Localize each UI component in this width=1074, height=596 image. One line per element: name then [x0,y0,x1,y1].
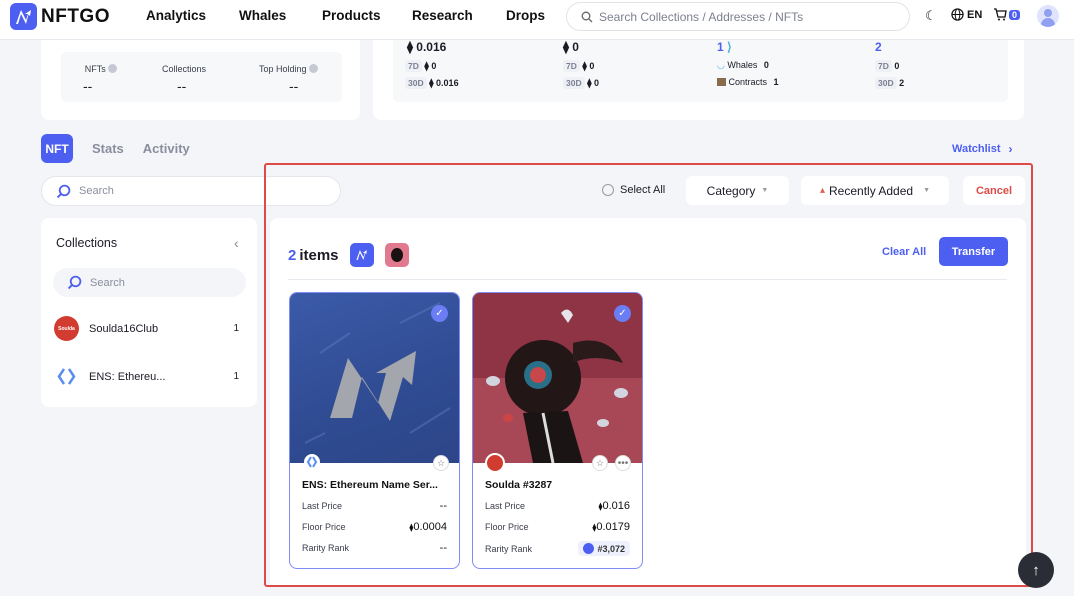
search-icon [56,184,71,198]
collection-count: 1 [233,371,239,382]
scroll-to-top-button[interactable]: ↑ [1018,552,1054,588]
nav-analytics[interactable]: Analytics [146,8,206,23]
value-main-1: ⧫ 0.016 [407,40,447,54]
value-7d-1: 7D ⧫ 0 [405,60,436,72]
share-icon: ⟩ [727,40,732,54]
nfts-label-group: NFTs [71,64,131,74]
nav-products[interactable]: Products [322,8,381,23]
selection-highlight-frame [264,163,1033,587]
collections-label: Collections [161,64,207,74]
nav-research[interactable]: Research [412,8,473,23]
value-main-3: 1 ⟩ [717,40,732,54]
globe-icon [951,8,964,21]
summary-panel [393,40,1008,102]
value-30d-2: 30D ⧫ 0 [563,77,599,89]
whale-icon: ◡ [717,60,725,70]
nav-whales[interactable]: Whales [239,8,286,23]
top-holding-value: -- [289,78,299,94]
whales-stat: ◡ Whales 0 [717,60,769,70]
value-30d-4: 30D 2 [875,77,904,89]
collapse-chevron-icon[interactable]: ‹ [234,235,239,251]
value-main-2: ⧫ 0 [563,40,579,54]
info-icon [108,64,118,73]
collections-value: -- [177,78,187,94]
top-holding-label: Top Holding [259,64,307,74]
language-selector[interactable]: EN [951,8,982,21]
watchlist-link[interactable]: Watchlist › [952,142,1013,156]
search-icon [67,275,82,290]
value-main-4: 2 [875,40,882,54]
collection-search-input[interactable]: Search [53,268,246,297]
collection-count: 1 [233,323,239,334]
tab-stats[interactable]: Stats [92,141,124,156]
cart-count-badge: 0 [1009,9,1021,20]
nfts-label: NFTs [84,64,106,74]
collection-search-placeholder: Search [90,276,125,289]
nftgo-logo[interactable]: NFTGO [10,3,110,30]
global-search-placeholder: Search Collections / Addresses / NFTs [599,9,804,24]
arrow-up-icon: ↑ [1032,561,1040,579]
ens-logo-icon [57,368,76,385]
nfts-value: -- [83,78,93,94]
value-7d-2: 7D ⧫ 0 [563,60,594,72]
tab-activity[interactable]: Activity [143,141,190,156]
value-30d-1: 30D ⧫ 0.016 [405,77,459,89]
chevron-right-icon: › [1008,142,1013,156]
profile-tabs: NFT Stats Activity [41,134,190,163]
top-nav: NFTGO Analytics Whales Products Research… [0,0,1074,40]
portfolio-summary-card: ⧫ 0.016 7D ⧫ 0 30D ⧫ 0.016 ⧫ 0 7D ⧫ 0 30… [373,40,1024,120]
cart-icon [994,8,1007,21]
collection-item-soulda[interactable]: Soulda Soulda16Club 1 [54,315,239,342]
language-label: EN [967,8,983,21]
tab-nft[interactable]: NFT [41,134,73,163]
profile-stats-card: NFTs Collections Top Holding -- -- -- [41,40,360,120]
global-search-input[interactable]: Search Collections / Addresses / NFTs [566,2,910,31]
contracts-stat: Contracts 1 [717,77,779,87]
top-holding-label-group: Top Holding [259,64,349,74]
search-icon [581,11,593,22]
avatar[interactable] [1037,5,1059,27]
watchlist-label: Watchlist [952,143,1001,155]
collections-title: Collections [56,236,118,250]
nft-search-placeholder: Search [79,185,114,197]
nav-drops[interactable]: Drops [506,8,545,23]
holdings-summary [61,52,342,102]
collection-name: ENS: Ethereu... [89,370,166,383]
contract-icon [717,78,726,86]
moon-icon[interactable]: ☾ [925,8,937,24]
brand-name: NFTGO [41,5,110,27]
collections-panel: Collections ‹ Search Soulda Soulda16Club… [41,218,257,407]
collection-item-ens[interactable]: ENS: Ethereu... 1 [54,363,239,390]
collection-name: Soulda16Club [89,322,159,335]
soulda-logo: Soulda [54,316,79,341]
cart-button[interactable]: 0 [993,8,1021,21]
info-icon [309,64,319,73]
value-7d-4: 7D 0 [875,60,899,72]
nftgo-logo-icon [10,3,37,30]
